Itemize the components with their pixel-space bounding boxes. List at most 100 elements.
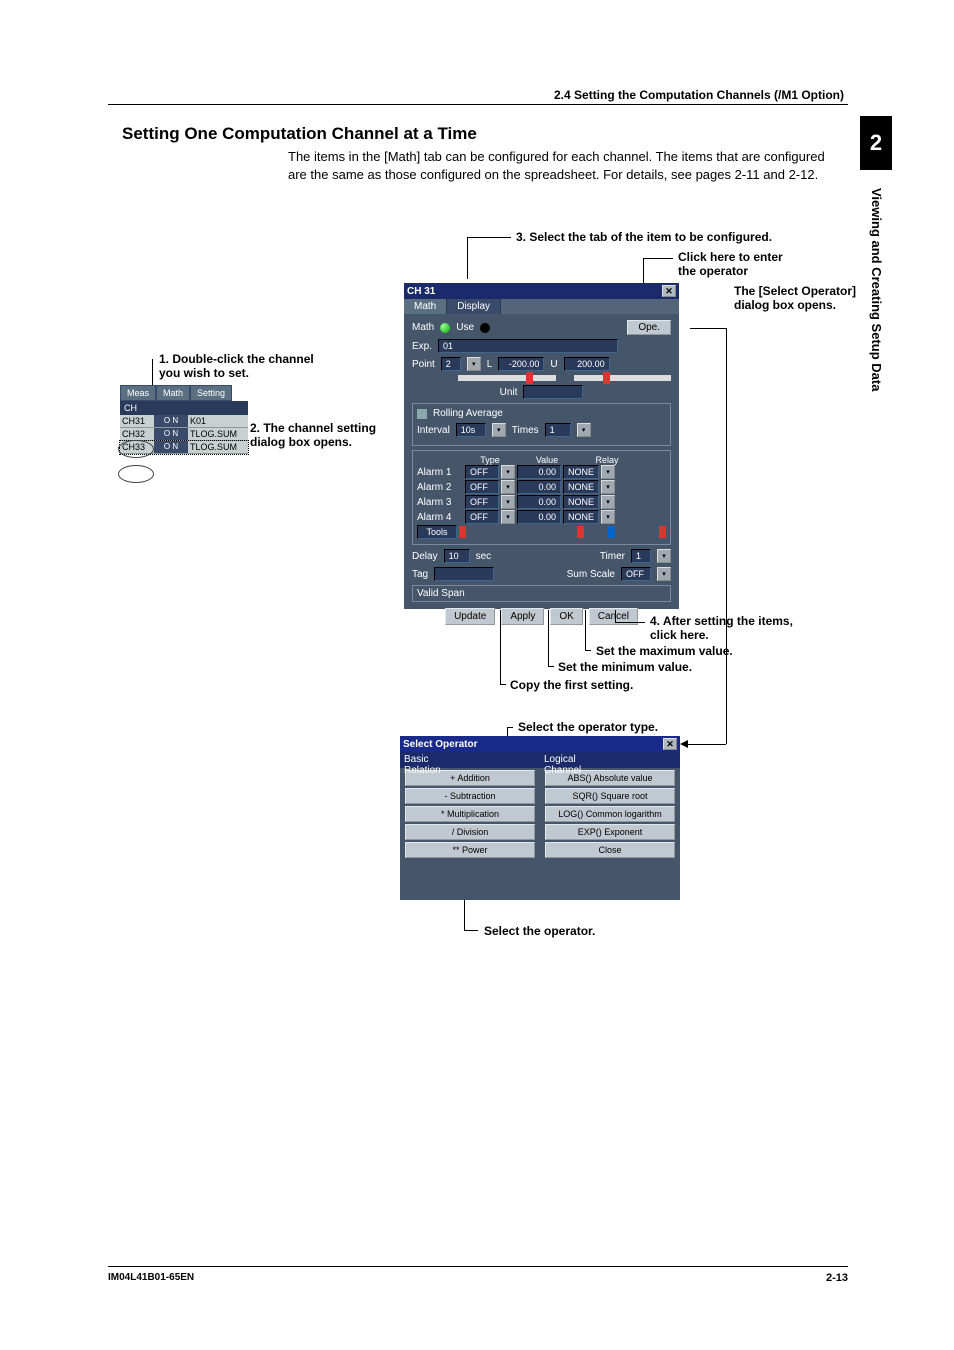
times-field[interactable]: 1 xyxy=(545,423,571,437)
times-label: Times xyxy=(512,425,539,436)
channel-tab-math[interactable]: Math xyxy=(156,385,190,401)
alarm-row: Alarm 1 OFF▾ 0.00 NONE▾ xyxy=(417,465,666,479)
dropdown-icon[interactable]: ▾ xyxy=(601,465,615,479)
alarm-relay-header: Relay xyxy=(577,455,637,465)
chapter-tab: 2 xyxy=(860,116,892,170)
tools-label: Tools xyxy=(417,525,457,539)
callout-circle xyxy=(118,440,154,458)
operator-sqr[interactable]: SQR() Square root xyxy=(545,788,675,804)
alarm-type-field[interactable]: OFF xyxy=(465,480,499,494)
alarm-value-field[interactable]: 0.00 xyxy=(517,495,561,509)
annotation-min: Set the minimum value. xyxy=(558,660,692,674)
tag-field[interactable] xyxy=(434,567,494,581)
select-operator-dialog: Select Operator ✕ Basic Relation + Addit… xyxy=(400,736,680,900)
operator-power[interactable]: ** Power xyxy=(405,842,535,858)
led-icon[interactable] xyxy=(480,323,490,333)
alarm-type-field[interactable]: OFF xyxy=(465,510,499,524)
dropdown-icon[interactable]: ▾ xyxy=(467,357,481,371)
close-icon[interactable]: ✕ xyxy=(662,285,676,297)
rolling-average-label: Rolling Average xyxy=(433,408,503,419)
channel-tab-setting[interactable]: Setting xyxy=(190,385,232,401)
alarm-type-field[interactable]: OFF xyxy=(465,465,499,479)
tag-label: Tag xyxy=(412,569,428,580)
sec-label: sec xyxy=(476,551,492,562)
channel-exp: K01 xyxy=(188,415,248,427)
alarm-relay-field[interactable]: NONE xyxy=(563,480,599,494)
dropdown-icon[interactable]: ▾ xyxy=(501,465,515,479)
math-label: Math xyxy=(412,322,434,333)
interval-label: Interval xyxy=(417,425,450,436)
close-button[interactable]: Close xyxy=(545,842,675,858)
alarm-relay-field[interactable]: NONE xyxy=(563,510,599,524)
alarm-value-field[interactable]: 0.00 xyxy=(517,510,561,524)
operator-exp[interactable]: EXP() Exponent xyxy=(545,824,675,840)
operator-division[interactable]: / Division xyxy=(405,824,535,840)
dropdown-icon[interactable]: ▾ xyxy=(601,510,615,524)
apply-button[interactable]: Apply xyxy=(501,608,544,625)
operator-category-basic[interactable]: Basic Relation xyxy=(400,752,540,768)
l-value-field[interactable]: -200.00 xyxy=(498,357,544,371)
handle-icon[interactable] xyxy=(459,526,466,538)
callout-circle xyxy=(118,465,154,483)
annotation-text: you wish to set. xyxy=(159,366,314,380)
delay-label: Delay xyxy=(412,551,438,562)
checkbox-icon[interactable] xyxy=(417,409,427,419)
l-slider[interactable] xyxy=(458,375,556,381)
interval-field[interactable]: 10s xyxy=(456,423,486,437)
channel-row[interactable]: CH31 O N K01 xyxy=(120,415,248,428)
u-label: U xyxy=(550,359,557,370)
annotation-copy: Copy the first setting. xyxy=(510,678,633,692)
alarm-relay-field[interactable]: NONE xyxy=(563,495,599,509)
ok-button[interactable]: OK xyxy=(550,608,582,625)
tab-math[interactable]: Math xyxy=(404,299,447,314)
operator-subtraction[interactable]: - Subtraction xyxy=(405,788,535,804)
delay-field[interactable]: 10 xyxy=(444,549,470,563)
dropdown-icon[interactable]: ▾ xyxy=(657,549,671,563)
annotation-text: 2. The channel setting xyxy=(250,421,376,435)
alarm-value-field[interactable]: 0.00 xyxy=(517,480,561,494)
dropdown-icon[interactable]: ▾ xyxy=(601,480,615,494)
dropdown-icon[interactable]: ▾ xyxy=(657,567,671,581)
alarm-value-field[interactable]: 0.00 xyxy=(517,465,561,479)
handle-icon[interactable] xyxy=(608,526,615,538)
dropdown-icon[interactable]: ▾ xyxy=(501,495,515,509)
point-field[interactable]: 2 xyxy=(441,357,461,371)
tab-display[interactable]: Display xyxy=(447,299,501,314)
update-button[interactable]: Update xyxy=(445,608,495,625)
validspan-label: Valid Span xyxy=(417,588,465,599)
alarm-type-field[interactable]: OFF xyxy=(465,495,499,509)
dropdown-icon[interactable]: ▾ xyxy=(577,423,591,437)
ope-button[interactable]: Ope. xyxy=(627,320,671,335)
channel-row[interactable]: CH32 O N TLOG.SUM xyxy=(120,428,248,441)
handle-icon[interactable] xyxy=(577,526,584,538)
dropdown-icon[interactable]: ▾ xyxy=(492,423,506,437)
annotation-text: The [Select Operator] xyxy=(734,284,856,298)
dropdown-icon[interactable]: ▾ xyxy=(601,495,615,509)
intro-paragraph: The items in the [Math] tab can be confi… xyxy=(288,148,838,184)
timer-field[interactable]: 1 xyxy=(631,549,651,563)
dropdown-icon[interactable]: ▾ xyxy=(501,480,515,494)
use-label: Use xyxy=(456,322,474,333)
close-icon[interactable]: ✕ xyxy=(663,738,677,750)
operator-category-logical[interactable]: Logical Channel xyxy=(540,752,680,768)
exp-field[interactable]: 01 xyxy=(438,339,618,353)
u-slider[interactable] xyxy=(574,375,672,381)
leader-line xyxy=(507,727,513,728)
leader-line xyxy=(464,900,465,930)
alarm-relay-field[interactable]: NONE xyxy=(563,465,599,479)
operator-log[interactable]: LOG() Common logarithm xyxy=(545,806,675,822)
alarm-name: Alarm 1 xyxy=(417,467,463,478)
annotation-2: 2. The channel setting dialog box opens. xyxy=(250,421,376,449)
annotation-text: dialog box opens. xyxy=(250,435,376,449)
sumscale-field[interactable]: OFF xyxy=(621,567,651,581)
channel-tab-meas[interactable]: Meas xyxy=(120,385,156,401)
unit-field[interactable] xyxy=(523,385,583,399)
leader-line xyxy=(690,328,726,329)
u-value-field[interactable]: 200.00 xyxy=(564,357,610,371)
dropdown-icon[interactable]: ▾ xyxy=(501,510,515,524)
use-led-icon[interactable] xyxy=(440,323,450,333)
operator-multiplication[interactable]: * Multiplication xyxy=(405,806,535,822)
leader-line xyxy=(585,610,586,650)
arrow-left-icon xyxy=(680,740,688,748)
handle-icon[interactable] xyxy=(659,526,666,538)
